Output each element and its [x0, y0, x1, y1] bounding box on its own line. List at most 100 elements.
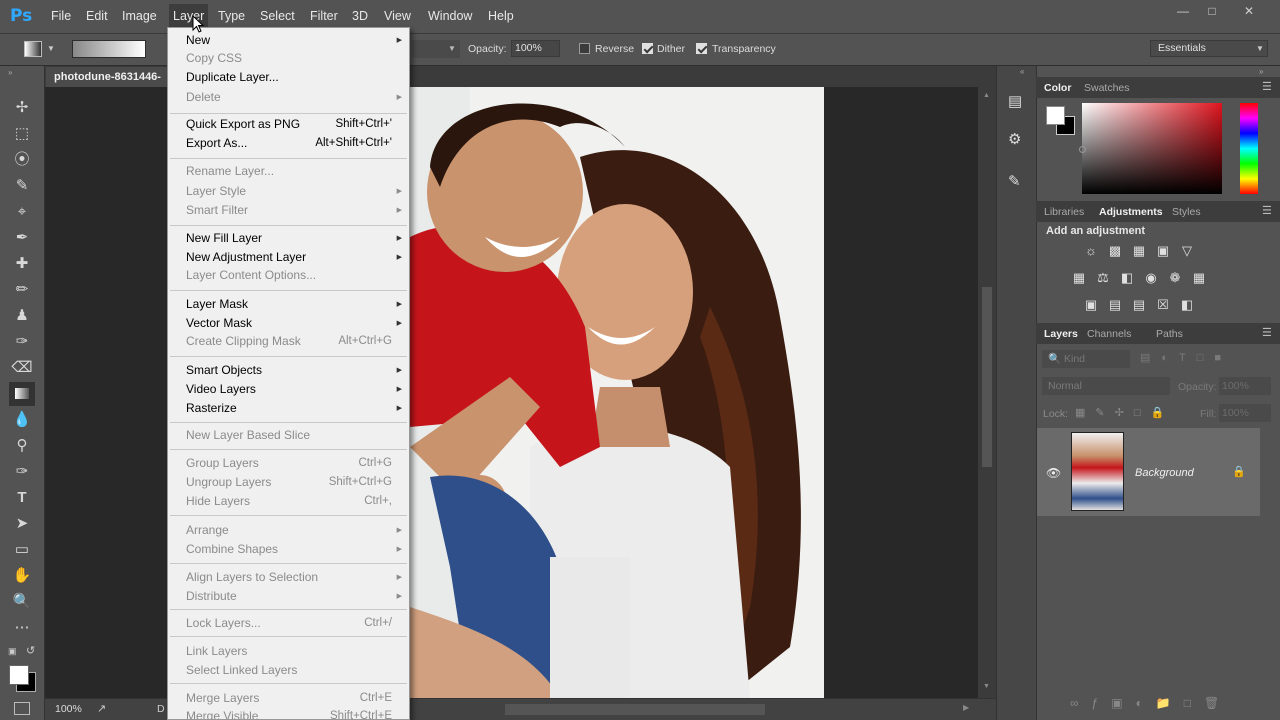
document-image[interactable] — [410, 87, 824, 698]
dodge-tool-icon[interactable]: ⚲ — [9, 434, 35, 458]
tab-paths[interactable]: Paths — [1156, 328, 1183, 340]
collapse-panels-icon[interactable]: « — [1020, 67, 1024, 76]
horizontal-scrollbar-thumb[interactable] — [505, 704, 765, 715]
menu-item-quick-export[interactable]: Quick Export as PNG Shift+Ctrl+' — [186, 115, 392, 134]
visibility-eye-icon[interactable]: 👁 — [1046, 466, 1061, 480]
tab-swatches[interactable]: Swatches — [1084, 82, 1130, 94]
menu-image[interactable]: Image — [122, 9, 157, 23]
move-tool-icon[interactable]: ✢ — [9, 96, 35, 120]
character-panel-icon[interactable]: ✎ — [1008, 172, 1021, 190]
tab-styles[interactable]: Styles — [1172, 206, 1201, 218]
expand-panels-icon[interactable]: » — [1259, 67, 1263, 76]
swap-colors-icon[interactable]: ↺ — [26, 644, 35, 657]
menu-item-duplicate-layer[interactable]: Duplicate Layer... — [186, 68, 392, 87]
default-colors-icon[interactable]: ▣ — [8, 646, 17, 657]
tab-libraries[interactable]: Libraries — [1044, 206, 1084, 218]
menu-filter[interactable]: Filter — [310, 9, 338, 23]
blur-tool-icon[interactable]: 💧 — [9, 408, 35, 432]
layer-actions-icons[interactable]: ∞ƒ▣◐📁□🗑 — [1070, 696, 1232, 710]
panel-menu-icon[interactable]: ☰ — [1262, 326, 1272, 339]
menu-item-video-layers[interactable]: Video Layers ▶ — [186, 380, 402, 399]
hue-saturation-icon[interactable]: ▦ — [1071, 270, 1087, 286]
eraser-tool-icon[interactable]: ⌫ — [9, 356, 35, 380]
transparency-checkbox[interactable] — [696, 43, 707, 54]
menu-item-vector-mask[interactable]: Vector Mask ▶ — [186, 314, 402, 333]
workspace-dropdown[interactable]: Essentials — [1150, 40, 1268, 57]
path-selection-tool-icon[interactable]: ➤ — [9, 512, 35, 536]
maximize-icon[interactable]: □ — [1197, 4, 1227, 20]
gradient-tool-icon[interactable] — [9, 382, 35, 406]
mode-dropdown[interactable]: ▼ — [412, 40, 460, 58]
menu-item-new-adjustment-layer[interactable]: New Adjustment Layer ▶ — [186, 248, 402, 267]
tab-adjustments[interactable]: Adjustments — [1099, 206, 1163, 218]
color-field[interactable] — [1082, 103, 1222, 194]
more-tools-icon[interactable]: ⋯ — [9, 616, 35, 640]
menu-item-rasterize[interactable]: Rasterize ▶ — [186, 399, 402, 418]
color-lookup-icon[interactable]: ▦ — [1191, 270, 1207, 286]
levels-icon[interactable]: ▩ — [1107, 243, 1123, 259]
exposure-icon[interactable]: ▣ — [1155, 243, 1171, 259]
tab-color[interactable]: Color — [1044, 82, 1071, 94]
posterize-icon[interactable]: ▤ — [1107, 297, 1123, 313]
selective-color-icon[interactable]: ☒ — [1155, 297, 1171, 313]
color-balance-icon[interactable]: ⚖ — [1095, 270, 1111, 286]
chevron-down-icon[interactable]: ▼ — [47, 44, 55, 53]
eyedropper-tool-icon[interactable]: ✒ — [9, 226, 35, 250]
layer-name[interactable]: Background — [1135, 467, 1194, 479]
zoom-level[interactable]: 100% — [55, 703, 82, 715]
tab-channels[interactable]: Channels — [1087, 328, 1131, 340]
layer-opacity-field[interactable]: 100% — [1219, 377, 1271, 395]
layer-filter-icons[interactable]: ▤◐T□■ — [1140, 351, 1232, 364]
document-tab[interactable]: photodune-8631446- — [46, 67, 186, 87]
menu-item-smart-objects[interactable]: Smart Objects ▶ — [186, 361, 402, 380]
minimize-icon[interactable]: — — [1168, 4, 1198, 20]
properties-panel-icon[interactable]: ⚙ — [1008, 130, 1021, 148]
brush-tool-icon[interactable]: ✏ — [9, 278, 35, 302]
menu-type[interactable]: Type — [218, 9, 245, 23]
menu-item-new[interactable]: New ▶ — [186, 31, 402, 50]
zoom-tool-icon[interactable]: 🔍 — [9, 590, 35, 614]
quick-select-tool-icon[interactable]: ✎ — [9, 174, 35, 198]
share-icon[interactable]: ↗ — [97, 702, 106, 715]
healing-brush-tool-icon[interactable]: ✚ — [9, 252, 35, 276]
menu-select[interactable]: Select — [260, 9, 295, 23]
panel-menu-icon[interactable]: ☰ — [1262, 204, 1272, 217]
black-white-icon[interactable]: ◧ — [1119, 270, 1135, 286]
history-panel-icon[interactable]: ▤ — [1008, 92, 1022, 110]
scrollbar-thumb[interactable] — [982, 287, 992, 467]
lasso-tool-icon[interactable]: ⦿ — [9, 148, 35, 172]
pen-tool-icon[interactable]: ✑ — [9, 460, 35, 484]
opacity-field[interactable]: 100% — [511, 40, 560, 57]
channel-mixer-icon[interactable]: ❁ — [1167, 270, 1183, 286]
reverse-checkbox[interactable] — [579, 43, 590, 54]
hand-tool-icon[interactable]: ✋ — [9, 564, 35, 588]
menu-window[interactable]: Window — [428, 9, 472, 23]
menu-item-new-fill-layer[interactable]: New Fill Layer ▶ — [186, 229, 402, 248]
panel-menu-icon[interactable]: ☰ — [1262, 80, 1272, 93]
gradient-picker[interactable] — [72, 40, 146, 58]
vertical-scrollbar[interactable]: ▲ ▼ — [978, 87, 996, 698]
marquee-tool-icon[interactable]: ⬚ — [9, 122, 35, 146]
color-fg-swatch[interactable] — [1046, 106, 1065, 125]
threshold-icon[interactable]: ▤ — [1131, 297, 1147, 313]
curves-icon[interactable]: ▦ — [1131, 243, 1147, 259]
menu-help[interactable]: Help — [488, 9, 514, 23]
color-picker-handle[interactable] — [1079, 146, 1086, 153]
menu-item-export-as[interactable]: Export As... Alt+Shift+Ctrl+' — [186, 134, 392, 153]
collapse-icon[interactable]: » — [8, 68, 12, 77]
crop-tool-icon[interactable]: ⌖ — [9, 200, 35, 224]
dither-checkbox[interactable] — [642, 43, 653, 54]
gradient-tool-preset-icon[interactable] — [24, 41, 42, 57]
menu-edit[interactable]: Edit — [86, 9, 108, 23]
gradient-map-icon[interactable]: ◧ — [1179, 297, 1195, 313]
menu-view[interactable]: View — [384, 9, 411, 23]
scroll-down-icon[interactable]: ▼ — [983, 683, 990, 690]
menu-item-layer-mask[interactable]: Layer Mask ▶ — [186, 295, 402, 314]
menu-3d[interactable]: 3D — [352, 9, 368, 23]
close-icon[interactable]: ✕ — [1234, 4, 1264, 20]
scroll-right-icon[interactable]: ▶ — [963, 703, 969, 712]
history-brush-tool-icon[interactable]: ✑ — [9, 330, 35, 354]
vibrance-icon[interactable]: ▽ — [1179, 243, 1195, 259]
fill-field[interactable]: 100% — [1219, 404, 1271, 422]
blend-mode-dropdown[interactable]: Normal — [1042, 377, 1170, 395]
